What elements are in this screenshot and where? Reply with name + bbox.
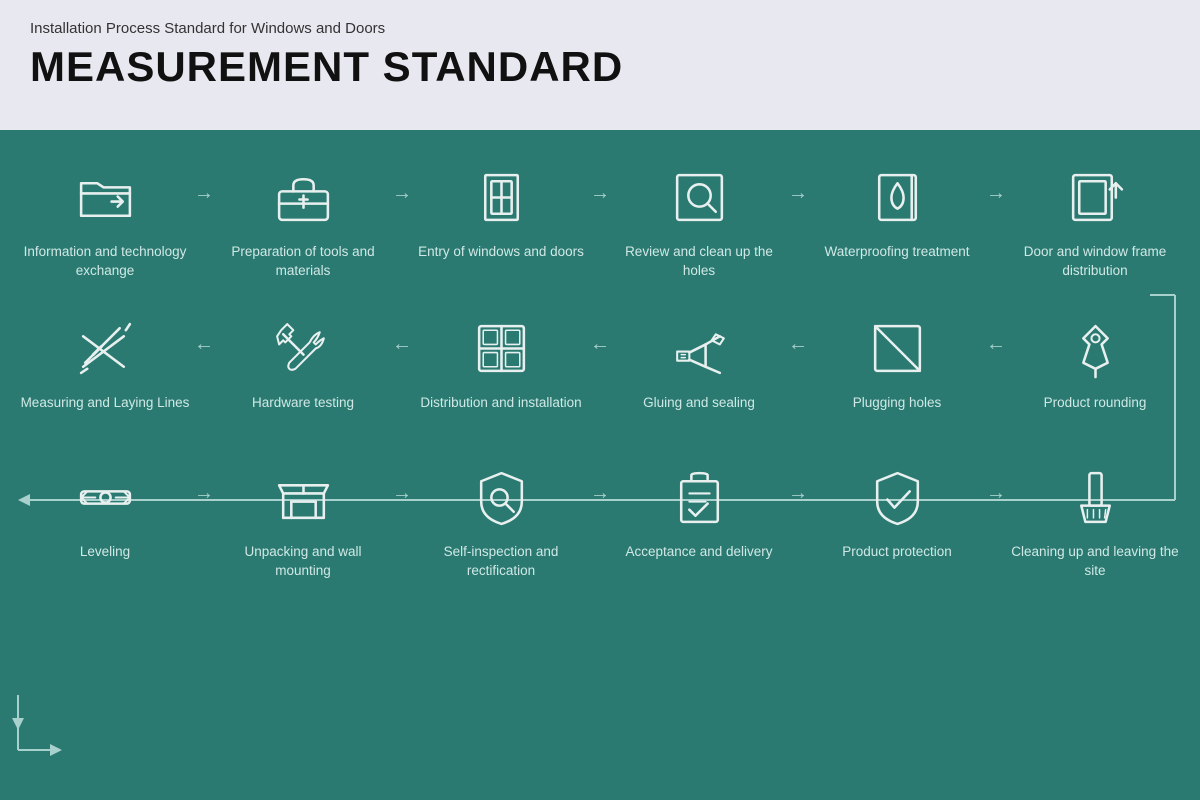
row3: Leveling → Unpacking and wall mounting → — [20, 460, 1180, 581]
step-preparation: Preparation of tools and materials — [218, 160, 388, 281]
step-rounding-label: Product rounding — [1044, 394, 1147, 430]
step-gluing-label: Gluing and sealing — [643, 394, 755, 430]
step-rounding: Product rounding — [1010, 311, 1180, 430]
header-subtitle: Installation Process Standard for Window… — [30, 20, 1170, 37]
step-cleanup: Cleaning up and leaving the site — [1010, 460, 1180, 581]
main-content: Information and technology exchange → Pr… — [0, 130, 1200, 800]
step-protection-label: Product protection — [842, 543, 952, 579]
header-title: MEASUREMENT STANDARD — [30, 43, 1170, 91]
step-unpacking-label: Unpacking and wall mounting — [218, 543, 388, 581]
row2: Measuring and Laying Lines ← Hardware te… — [20, 311, 1180, 430]
step-self-inspect-label: Self-inspection and rectification — [416, 543, 586, 581]
step-review-holes: Review and clean up the holes — [614, 160, 784, 281]
step-acceptance: Acceptance and delivery — [614, 460, 784, 579]
step-waterproofing: Waterproofing treatment — [812, 160, 982, 279]
step-plugging: Plugging holes — [812, 311, 982, 430]
step-info-exchange-label: Information and technology exchange — [20, 243, 190, 281]
step-distribution: Distribution and installation — [416, 311, 586, 430]
step-hardware: Hardware testing — [218, 311, 388, 430]
step-entry-windows-label: Entry of windows and doors — [418, 243, 584, 279]
step-leveling-label: Leveling — [80, 543, 130, 579]
step-cleanup-label: Cleaning up and leaving the site — [1010, 543, 1180, 581]
step-hardware-label: Hardware testing — [252, 394, 354, 430]
step-measuring: Measuring and Laying Lines — [20, 311, 190, 430]
step-gluing: Gluing and sealing — [614, 311, 784, 430]
step-plugging-label: Plugging holes — [853, 394, 942, 430]
step-protection: Product protection — [812, 460, 982, 579]
step-self-inspect: Self-inspection and rectification — [416, 460, 586, 581]
step-waterproofing-label: Waterproofing treatment — [824, 243, 969, 279]
step-review-holes-label: Review and clean up the holes — [614, 243, 784, 281]
step-frame-dist: Door and window frame distribution — [1010, 160, 1180, 281]
step-distribution-label: Distribution and installation — [420, 394, 581, 430]
row1: Information and technology exchange → Pr… — [20, 160, 1180, 281]
step-acceptance-label: Acceptance and delivery — [625, 543, 772, 579]
step-unpacking: Unpacking and wall mounting — [218, 460, 388, 581]
step-preparation-label: Preparation of tools and materials — [218, 243, 388, 281]
step-frame-dist-label: Door and window frame distribution — [1010, 243, 1180, 281]
header: Installation Process Standard for Window… — [0, 0, 1200, 130]
step-info-exchange: Information and technology exchange — [20, 160, 190, 281]
step-entry-windows: Entry of windows and doors — [416, 160, 586, 279]
step-measuring-label: Measuring and Laying Lines — [21, 394, 190, 430]
step-leveling: Leveling — [20, 460, 190, 579]
